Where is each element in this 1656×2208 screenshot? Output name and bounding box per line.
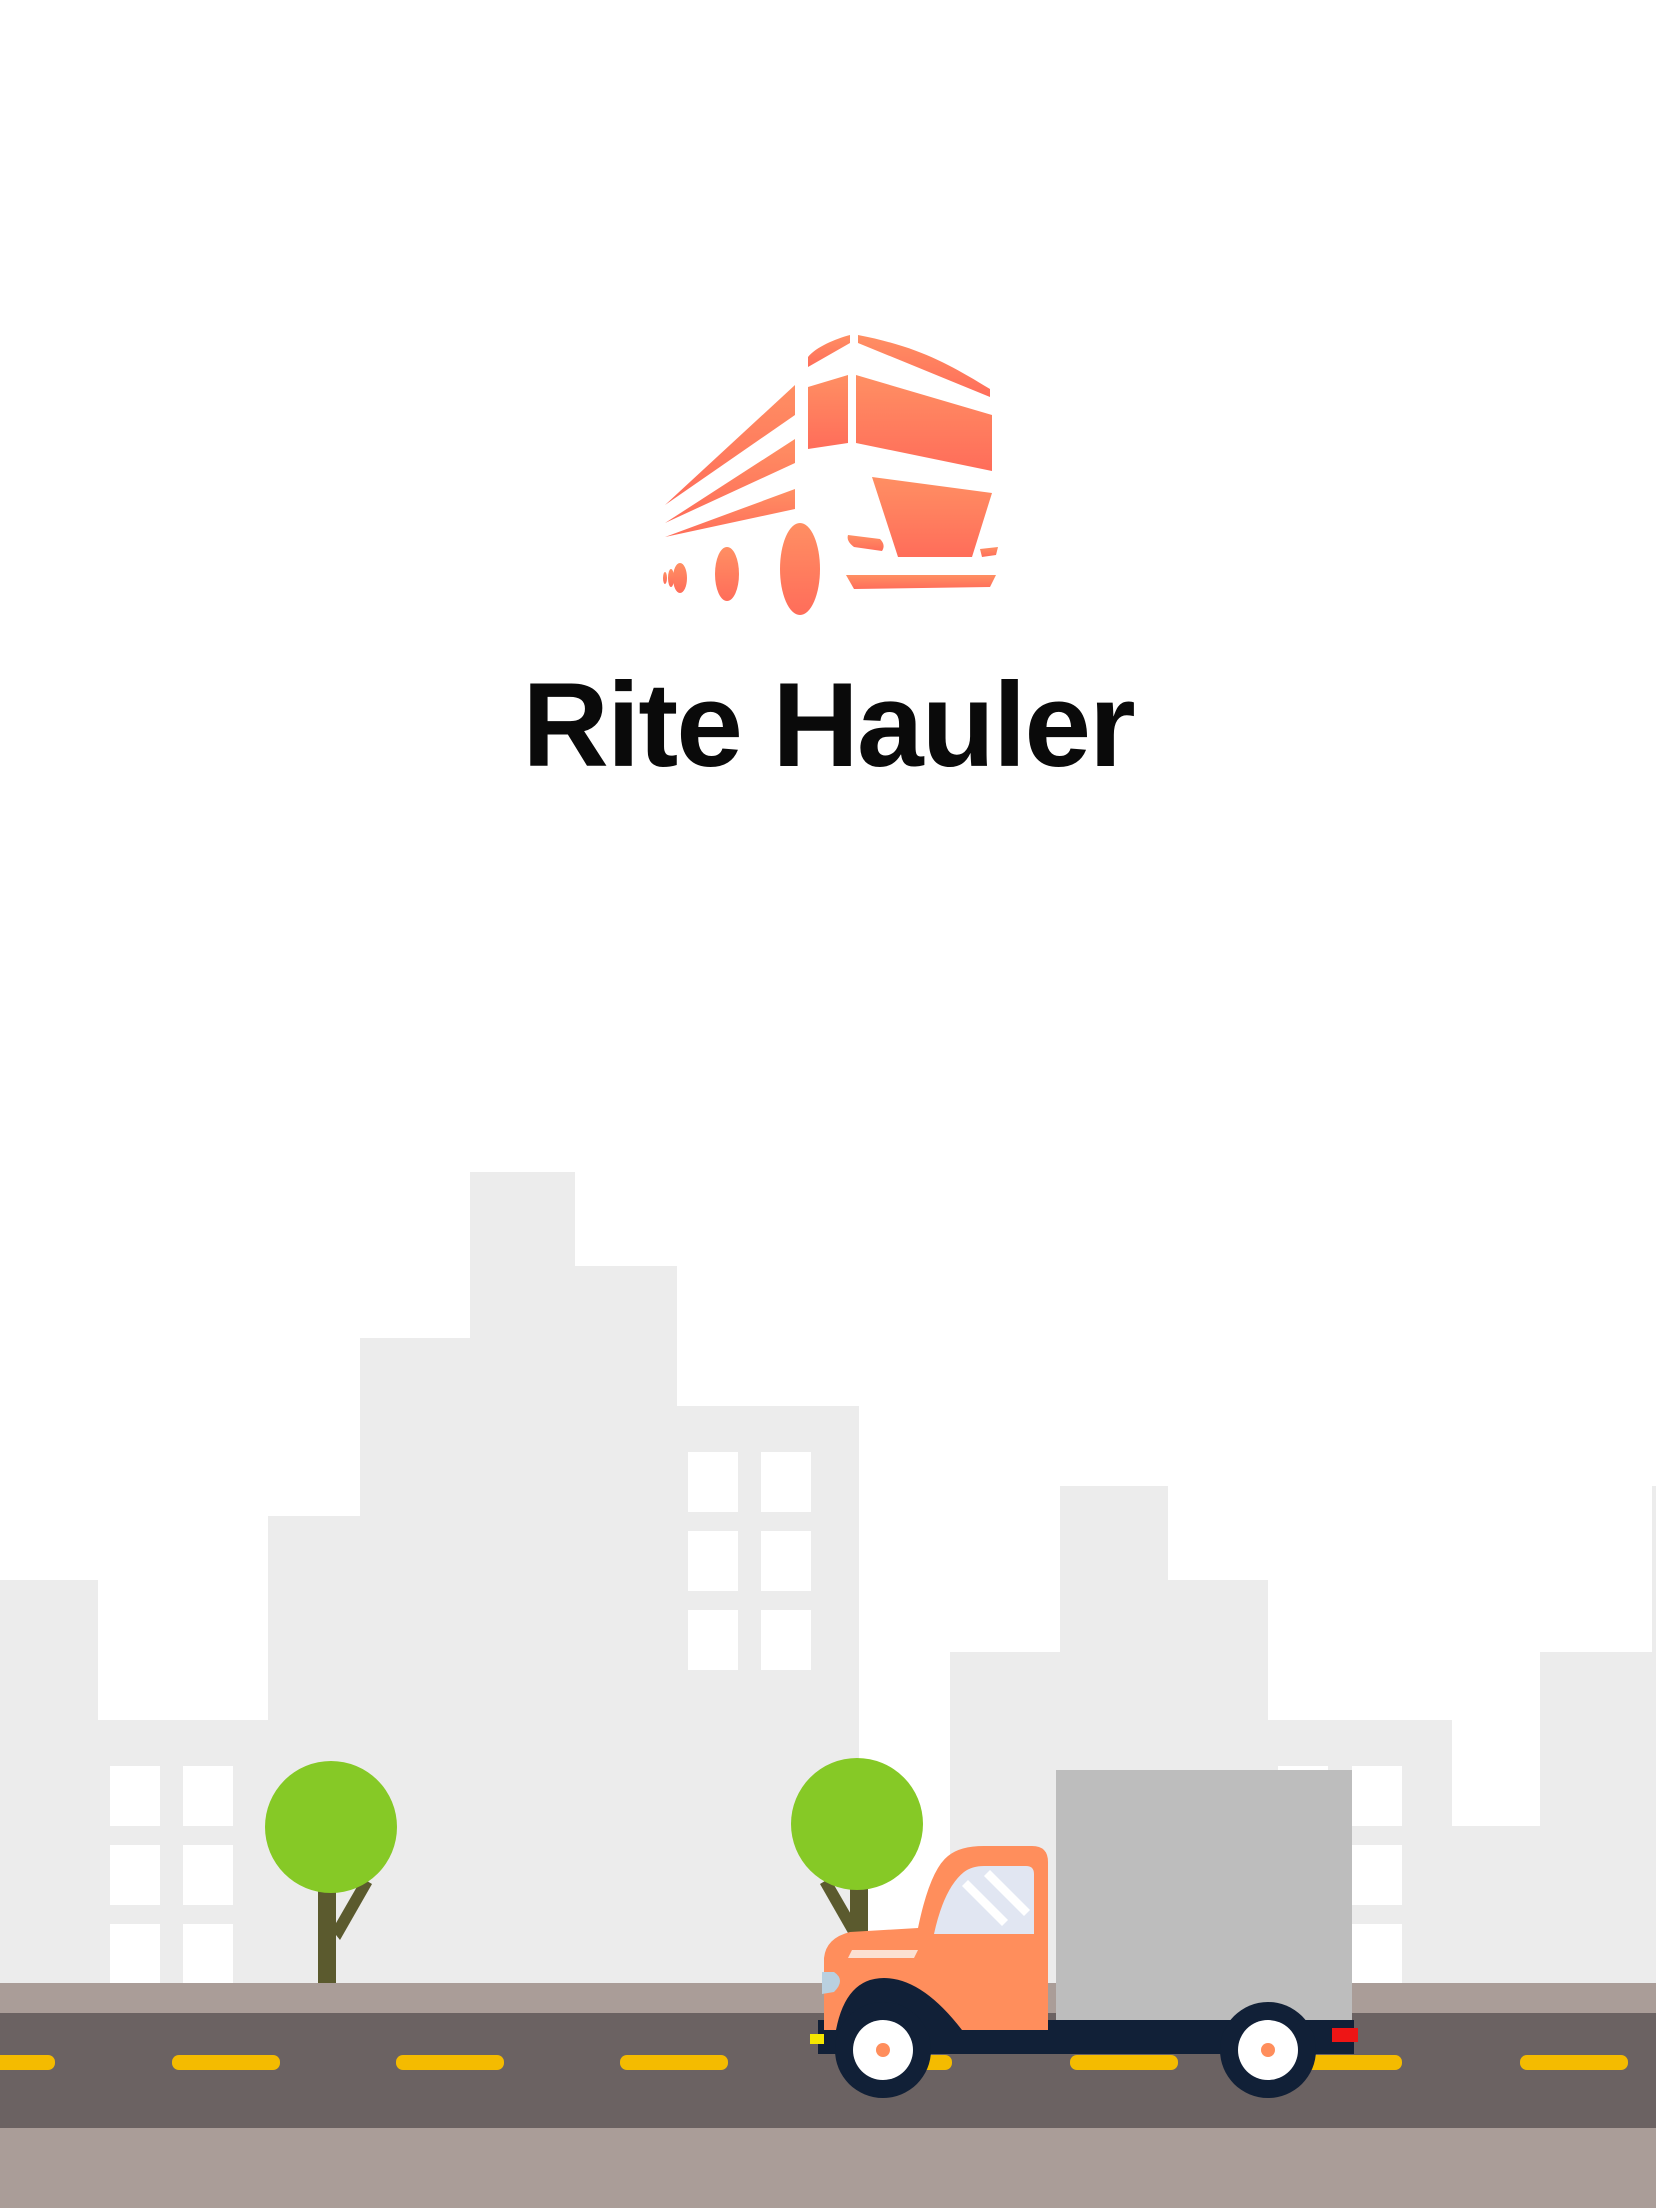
city-illustration (0, 1160, 1656, 2208)
app-logo (650, 325, 1010, 625)
front-wheel (835, 2002, 931, 2098)
app-title: Rite Hauler (522, 658, 1136, 792)
dump-truck-logo-icon (663, 335, 998, 615)
rear-wheel (1220, 2002, 1316, 2098)
